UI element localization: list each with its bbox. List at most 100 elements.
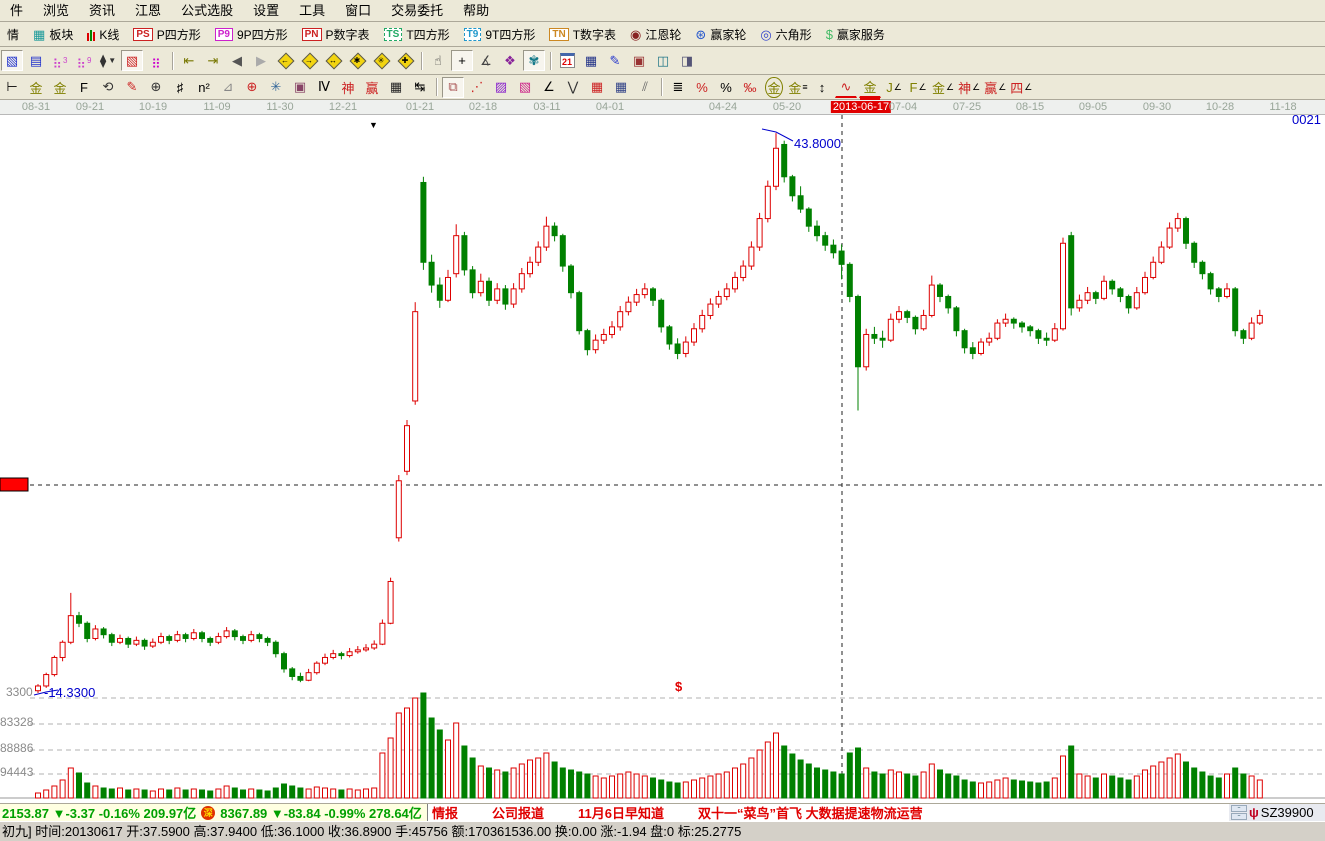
diamond-compress-icon[interactable]: ✱ [346, 50, 368, 71]
gann-knot-icon[interactable]: ❖ [499, 50, 521, 71]
news-item[interactable]: 双十一“菜鸟”首飞 大数据提速物流运营 [698, 804, 923, 821]
hand-tool-icon[interactable]: ☝ [427, 50, 449, 71]
menu-trade[interactable]: 交易委托 [381, 0, 453, 22]
comb-icon[interactable]: ♯ [169, 77, 191, 98]
btn-9t-square[interactable]: T99T四方形 [457, 23, 543, 46]
grid123-icon[interactable]: ▦ [385, 77, 407, 98]
diamond-star-icon[interactable]: ✳ [370, 50, 392, 71]
spiral-icon[interactable]: ⟲ [97, 77, 119, 98]
info-panel-icon[interactable]: ▤ [25, 50, 47, 71]
save-icon[interactable]: ▣ [628, 50, 650, 71]
angle-tool-icon[interactable]: ∡ [475, 50, 497, 71]
n2-icon[interactable]: n² [193, 77, 215, 98]
fan-grid-icon[interactable]: ▨ [490, 77, 512, 98]
gold-circle-icon[interactable]: 金 [763, 77, 785, 98]
ying-angle-icon[interactable]: 赢∠ [983, 77, 1007, 98]
grid-arrow-icon[interactable]: ▦ [610, 77, 632, 98]
news-item[interactable]: 公司报道 [492, 804, 544, 821]
menu-news[interactable]: 资讯 [79, 0, 125, 22]
workstation-icon[interactable]: ◨ [676, 50, 698, 71]
span-arrow-icon[interactable]: ↹ [409, 77, 431, 98]
red-grid-icon[interactable]: ▦ [586, 77, 608, 98]
btn-t-number[interactable]: TNT数字表 [542, 23, 623, 46]
btn-winner-service[interactable]: $赢家服务 [819, 23, 892, 46]
btn-t-square[interactable]: TST四方形 [377, 23, 457, 46]
btn-p-number[interactable]: PNP数字表 [295, 23, 377, 46]
shen-angle-icon[interactable]: 神∠ [957, 77, 981, 98]
ticker-spinner[interactable]: –– [1231, 805, 1247, 820]
red-pen-icon[interactable]: ✎ [121, 77, 143, 98]
gold-grid2-icon[interactable]: 金 [49, 77, 71, 98]
menu-tools[interactable]: 工具 [289, 0, 335, 22]
bars9-icon[interactable]: ⣦9 [73, 50, 95, 71]
dial-icon[interactable]: ⊕ [145, 77, 167, 98]
btn-9p-square[interactable]: P99P四方形 [208, 23, 295, 46]
shen-grid-icon[interactable]: 神 [337, 77, 359, 98]
boxed-pattern-icon[interactable]: ▣ [289, 77, 311, 98]
btn-winner-wheel[interactable]: ⊛赢家轮 [688, 23, 753, 46]
menu-file[interactable]: 件 [0, 0, 33, 22]
network-icon[interactable]: ◫ [652, 50, 674, 71]
last-page-icon[interactable]: ⇥ [202, 50, 224, 71]
percent-icon[interactable]: % [715, 77, 737, 98]
diamond-expand-icon[interactable]: ✚ [394, 50, 416, 71]
next-page-icon[interactable]: ▶ [250, 50, 272, 71]
menu-formula[interactable]: 公式选股 [171, 0, 243, 22]
gold-underline-icon[interactable]: 金 [859, 77, 881, 98]
menu-window[interactable]: 窗口 [335, 0, 381, 22]
dropdown-arrow-icon[interactable]: ▼ [108, 56, 116, 65]
star-point-icon[interactable]: ✳ [265, 77, 287, 98]
btn-gann-wheel[interactable]: ◉江恩轮 [623, 23, 688, 46]
j-angle-icon[interactable]: J∠ [883, 77, 905, 98]
red-fan-icon[interactable]: ⋰ [466, 77, 488, 98]
first-page-icon[interactable]: ⇤ [178, 50, 200, 71]
wave-underline-icon[interactable]: ∿ [835, 77, 857, 98]
menu-browse[interactable]: 浏览 [33, 0, 79, 22]
gold-grid-icon[interactable]: 金 [25, 77, 47, 98]
news-item[interactable]: 情报 [432, 804, 458, 821]
menu-help[interactable]: 帮助 [453, 0, 499, 22]
vertical-pen-icon[interactable]: ↕ [811, 77, 833, 98]
candle-style-icon[interactable]: ⧫▼ [97, 50, 119, 71]
diamond-left-icon[interactable]: ← [274, 50, 296, 71]
crosshair-tool-icon[interactable]: + [451, 50, 473, 71]
brain-tool-icon[interactable]: ✾ [523, 50, 545, 71]
histogram-icon[interactable]: ⣶ [145, 50, 167, 71]
trend-pen-icon[interactable]: ∠ [538, 77, 560, 98]
calendar-icon[interactable]: 21 [556, 50, 578, 71]
f-grid-icon[interactable]: F [73, 77, 95, 98]
notepad-icon[interactable]: ✎ [604, 50, 626, 71]
btn-kline[interactable]: K线 [80, 23, 126, 46]
slash-percent-icon[interactable]: % [691, 77, 713, 98]
parallels-icon[interactable]: ⫽ [634, 77, 656, 98]
bars3-icon[interactable]: ⣦3 [49, 50, 71, 71]
prev-page-icon[interactable]: ◀ [226, 50, 248, 71]
vee-icon[interactable]: ⋁ [562, 77, 584, 98]
fan-grid2-icon[interactable]: ▧ [514, 77, 536, 98]
calculator-icon[interactable]: ▦ [580, 50, 602, 71]
candlestick-chart[interactable] [0, 115, 1325, 803]
box-frame-icon[interactable]: ⧉ [442, 77, 464, 98]
chart-area[interactable]: 43.8000 -14.3300 0021 ▼ $ 33008332888886… [0, 115, 1325, 803]
ladder-icon[interactable]: ≣ [667, 77, 689, 98]
ying-grid-icon[interactable]: 赢 [361, 77, 383, 98]
pattern-select-icon[interactable]: ▧ [1, 50, 23, 71]
si-angle-icon[interactable]: 四∠ [1009, 77, 1033, 98]
diamond-right-icon[interactable]: → [298, 50, 320, 71]
diamond-hswap-icon[interactable]: ↔ [322, 50, 344, 71]
set-square-icon[interactable]: ⊿ [217, 77, 239, 98]
menu-settings[interactable]: 设置 [243, 0, 289, 22]
menu-gann[interactable]: 江恩 [125, 0, 171, 22]
axis-tick-icon[interactable]: ⊢ [1, 77, 23, 98]
f-angle-icon[interactable]: F∠ [907, 77, 929, 98]
btn-hexagon[interactable]: ◎六角形 [753, 23, 818, 46]
news-item[interactable]: 11月6日早知道 [578, 804, 664, 821]
pattern-active-icon[interactable]: ▧ [121, 50, 143, 71]
red-target-icon[interactable]: ⊕ [241, 77, 263, 98]
permille-icon[interactable]: ‰ [739, 77, 761, 98]
btn-p-square[interactable]: PSP四方形 [126, 23, 207, 46]
btn-quote[interactable]: 情 [0, 23, 26, 46]
gold-angle-icon[interactable]: 金∠ [931, 77, 955, 98]
btn-sectors[interactable]: ▦板块 [26, 23, 80, 46]
wave-degree-icon[interactable]: Ⅳ [313, 77, 335, 98]
